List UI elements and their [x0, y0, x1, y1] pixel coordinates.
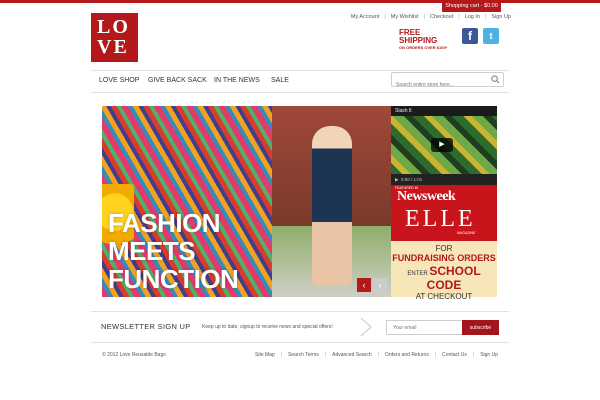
love-logo[interactable]: LO VE	[91, 13, 138, 62]
free-shipping-banner: FREE SHIPPING ON ORDERS OVER $100*	[399, 28, 454, 51]
nav-in-the-news[interactable]: IN THE NEWS	[214, 77, 260, 84]
play-icon[interactable]: ▶	[431, 138, 453, 152]
video-title: Slash It	[395, 108, 412, 114]
logo-line-1: LO	[97, 16, 130, 38]
magazine-label: MAGAZINE	[457, 231, 476, 235]
checkout-link[interactable]: Checkout	[430, 14, 453, 20]
sign-up-link[interactable]: Sign Up	[491, 14, 511, 20]
fundraising-line-3: ENTER SCHOOL CODE	[391, 264, 497, 292]
log-in-link[interactable]: Log In	[465, 14, 480, 20]
hero-headline-line: FUNCTION	[108, 264, 239, 294]
search-box	[391, 72, 504, 92]
account-links: My Account | My Wishlist | Checkout | Lo…	[351, 14, 511, 20]
hero-headline-line: FASHION	[108, 208, 221, 238]
elle-logo: ELLE	[405, 206, 476, 232]
chevron-right-icon[interactable]: ›	[373, 278, 387, 292]
separator: |	[458, 14, 460, 20]
twitter-icon[interactable]: t	[483, 28, 499, 44]
hero-headline: FASHION MEETS FUNCTION	[108, 208, 239, 294]
footer-advanced-search[interactable]: Advanced Search	[332, 352, 371, 358]
fundraising-line-4: AT CHECKOUT	[415, 292, 473, 301]
separator: |	[384, 14, 386, 20]
logo-line-2: VE	[97, 36, 129, 58]
video-controls[interactable]: ▶ 0:00 / 1:01	[391, 174, 497, 185]
newsletter-description: Keep up to date, signup to receive news …	[202, 324, 333, 330]
footer-links: Site Map | Search Terms | Advanced Searc…	[255, 352, 498, 358]
footer-site-map[interactable]: Site Map	[255, 352, 275, 358]
video-time: 0:00 / 1:01	[400, 177, 423, 182]
footer-contact-us[interactable]: Contact Us	[442, 352, 467, 358]
chevron-left-icon[interactable]: ‹	[357, 278, 371, 292]
press-banner[interactable]: FEATURED IN Newsweek ELLE MAGAZINE	[391, 185, 497, 241]
shopping-cart-link[interactable]: Shopping cart - $0.00	[442, 0, 501, 12]
fundraising-enter: ENTER	[407, 271, 428, 277]
nav-sale[interactable]: SALE	[271, 77, 289, 84]
nav-love-shop[interactable]: LOVE SHOP	[99, 77, 139, 84]
newsletter-email-input[interactable]	[386, 320, 463, 335]
search-icon[interactable]	[491, 75, 500, 84]
footer-sign-up[interactable]: Sign Up	[480, 352, 498, 358]
free-shipping-subtitle: ON ORDERS OVER $100*	[399, 45, 448, 50]
footer-search-terms[interactable]: Search Terms	[288, 352, 319, 358]
arrow-icon	[360, 317, 373, 337]
top-accent-bar	[0, 0, 600, 3]
footer-orders-returns[interactable]: Orders and Returns	[385, 352, 429, 358]
hero-model-image	[312, 126, 352, 286]
fundraising-line-2: FUNDRAISING ORDERS	[392, 253, 496, 263]
facebook-icon[interactable]: f	[462, 28, 478, 44]
video-player[interactable]: Slash It ▶ ▶ 0:00 / 1:01	[391, 106, 497, 185]
fundraising-line-1: FOR	[435, 244, 453, 253]
separator: |	[377, 352, 379, 358]
separator: |	[434, 352, 437, 358]
subscribe-button[interactable]: subscribe	[462, 320, 499, 335]
newsletter-title: NEWSLETTER SIGN UP	[101, 322, 191, 331]
fundraising-banner[interactable]: FOR FUNDRAISING ORDERS ENTER SCHOOL CODE…	[391, 241, 497, 301]
search-input[interactable]	[392, 78, 490, 92]
newsweek-logo: Newsweek	[397, 189, 456, 204]
hero-headline-line: MEETS	[108, 236, 196, 266]
separator: |	[324, 352, 327, 358]
hero-slideshow[interactable]: FASHION MEETS FUNCTION	[102, 106, 391, 297]
separator: |	[423, 14, 425, 20]
fundraising-school-code: SCHOOL CODE	[426, 264, 481, 292]
separator: |	[472, 352, 475, 358]
my-account-link[interactable]: My Account	[351, 14, 379, 20]
separator: |	[280, 352, 283, 358]
separator: |	[484, 14, 487, 20]
free-shipping-title: FREE SHIPPING	[399, 28, 438, 45]
nav-give-back-sack[interactable]: GIVE BACK SACK	[148, 77, 207, 84]
my-wishlist-link[interactable]: My Wishlist	[391, 14, 419, 20]
copyright-text: © 2012 Love Reusable Bags	[102, 352, 166, 358]
